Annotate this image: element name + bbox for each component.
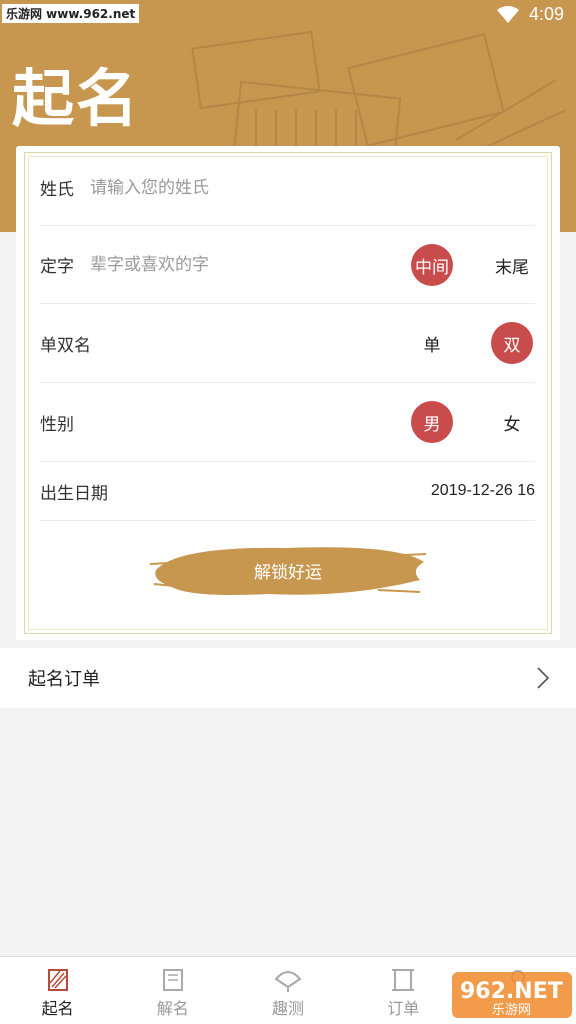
svg-text:乐游网: 乐游网 (492, 1003, 531, 1018)
single-name-option[interactable]: 单 (411, 322, 453, 364)
gender-row: 性别 男 女 (40, 383, 535, 462)
unlock-luck-button[interactable]: 解锁好运 (148, 540, 428, 600)
tab-name-analysis-label: 解名 (156, 999, 189, 1018)
fixed-char-input[interactable] (90, 254, 350, 275)
birth-date-label: 出生日期 (40, 483, 108, 504)
surname-row: 姓氏 (40, 150, 535, 226)
scroll-icon (392, 969, 415, 991)
double-name-option[interactable]: 双 (491, 322, 533, 364)
name-length-label: 单双名 (40, 335, 91, 356)
status-bar: 乐游网 www.962.net 4:09 (0, 0, 576, 30)
page-title: 起名 (12, 62, 141, 135)
tab-orders-label: 订单 (387, 999, 420, 1018)
fixed-char-label: 定字 (40, 257, 74, 277)
unlock-button-label: 解锁好运 (254, 562, 322, 583)
gender-male-option[interactable]: 男 (411, 401, 453, 443)
naming-orders-label: 起名订单 (28, 669, 100, 690)
svg-text:962.NET: 962.NET (460, 979, 563, 1004)
fixed-char-row: 定字 中间 末尾 (40, 226, 535, 304)
tab-orders[interactable]: 订单 (346, 957, 461, 1024)
tab-fun-test[interactable]: 趣测 (230, 957, 345, 1024)
wifi-icon (496, 5, 519, 23)
fan-icon (274, 971, 302, 992)
position-middle-option[interactable]: 中间 (411, 244, 453, 286)
naming-orders-row[interactable]: 起名订单 (0, 648, 576, 708)
name-length-row: 单双名 单 双 (40, 304, 535, 383)
surname-input[interactable] (90, 177, 390, 198)
962-net-watermark-logo: 962.NET 乐游网 (452, 972, 572, 1018)
birth-date-value[interactable]: 2019-12-26 16 (431, 482, 535, 500)
chevron-right-icon (537, 667, 550, 689)
status-time: 4:09 (528, 4, 564, 24)
gender-female-option[interactable]: 女 (491, 401, 533, 443)
tab-naming[interactable]: 起名 (0, 957, 115, 1024)
watermark-label: 乐游网 www.962.net (2, 4, 140, 23)
naming-tab-icon (47, 969, 68, 991)
gender-label: 性别 (40, 414, 74, 435)
position-end-option[interactable]: 末尾 (491, 244, 533, 286)
tab-name-analysis[interactable]: 解名 (115, 957, 230, 1024)
surname-label: 姓氏 (40, 180, 74, 200)
tab-fun-test-label: 趣测 (272, 999, 305, 1018)
birth-date-row[interactable]: 出生日期 2019-12-26 16 (40, 462, 535, 521)
tab-naming-label: 起名 (41, 999, 74, 1018)
book-icon (162, 969, 183, 991)
